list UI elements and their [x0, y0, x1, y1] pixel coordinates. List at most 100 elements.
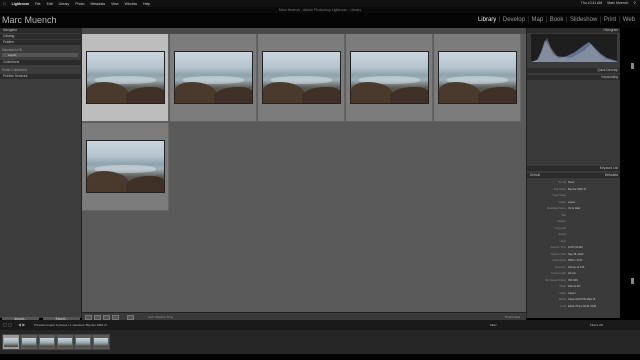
filmstrip-cell[interactable]: [74, 334, 92, 350]
metadata-value[interactable]: None: [568, 181, 574, 184]
keyword-list-header[interactable]: Keyword List: [527, 166, 621, 171]
metadata-key: Capture Time: [550, 246, 566, 249]
menu-photo[interactable]: Photo: [75, 2, 84, 6]
apple-menu[interactable]: : [3, 2, 6, 6]
photo-thumbnail[interactable]: [174, 51, 253, 104]
module-library[interactable]: Library: [476, 17, 498, 23]
filmstrip-thumbnail[interactable]: [22, 338, 36, 347]
photo-thumbnail[interactable]: [86, 51, 165, 104]
photo-thumbnail[interactable]: [350, 51, 429, 104]
menu-file[interactable]: File: [35, 2, 41, 6]
collections-header[interactable]: Collections: [0, 60, 82, 65]
filmstrip-cell[interactable]: [38, 334, 56, 350]
bottom-edge: [0, 354, 640, 360]
metadata-value[interactable]: Big Sur 0381.tif: [568, 188, 586, 191]
compare-view-icon[interactable]: [103, 314, 110, 320]
metadata-header[interactable]: Default Metadata: [527, 173, 621, 178]
filmstrip-cell[interactable]: [20, 334, 38, 350]
navigator-header[interactable]: Navigator: [0, 28, 82, 33]
panel-toggle-icon[interactable]: [631, 278, 634, 284]
menu-app[interactable]: Lightroom: [12, 2, 29, 6]
filmstrip-thumbnail[interactable]: [94, 338, 108, 347]
filmstrip-thumbnail[interactable]: [76, 338, 90, 347]
metadata-value[interactable]: 1/8 sec at f/16: [568, 266, 584, 269]
menu-help[interactable]: Help: [143, 2, 150, 6]
grid-view-icon[interactable]: [85, 314, 92, 320]
collection-item-smart[interactable]: Smart Collections: [2, 68, 27, 72]
menu-library[interactable]: Library: [59, 2, 70, 6]
module-web[interactable]: Web: [621, 17, 637, 23]
sort-label[interactable]: Sort: Capture Time: [148, 315, 173, 319]
module-print[interactable]: Print: [602, 17, 618, 23]
grid-cell[interactable]: [346, 34, 433, 122]
metadata-preset[interactable]: Default: [530, 173, 540, 177]
right-panel: Histogram Quick Develop Keywording Keywo…: [526, 28, 621, 318]
quick-develop-header[interactable]: Quick Develop: [527, 68, 621, 73]
keywording-header[interactable]: Keywording: [527, 75, 621, 80]
filmstrip-cell[interactable]: [2, 334, 20, 350]
metadata-row: Label: [530, 240, 618, 243]
painter-icon[interactable]: [127, 314, 134, 320]
grid-cell[interactable]: [258, 34, 345, 122]
metadata-value[interactable]: Canon EOS 5D Mark III: [568, 298, 595, 301]
grid-cell[interactable]: [82, 34, 169, 122]
panel-toggle-icon[interactable]: [631, 63, 634, 69]
metadata-row: ISO Speed Rating ISO 100: [530, 279, 618, 282]
menu-metadata[interactable]: Metadata: [90, 2, 105, 6]
user-name[interactable]: Marc Muench: [607, 1, 628, 5]
spotlight-icon[interactable]: ⚲: [633, 1, 636, 5]
module-develop[interactable]: Develop: [501, 17, 527, 23]
metadata-key: Copy Name: [552, 194, 566, 197]
publish-services-header[interactable]: Publish Services: [0, 74, 82, 79]
metadata-value[interactable]: Sep 15, 2012: [568, 253, 583, 256]
metadata-value[interactable]: EF24-70mm f/2.8L USM: [568, 305, 596, 308]
metadata-row: Focal Length 24 mm: [530, 272, 618, 275]
second-window-icon[interactable]: ▢ ▢: [3, 322, 12, 327]
filmstrip-thumbnail[interactable]: [58, 338, 72, 347]
menu-view[interactable]: View: [111, 2, 119, 6]
metadata-key: Copyright: [554, 226, 566, 230]
volume-label: Macintosh HD: [2, 48, 23, 52]
filmstrip-cell[interactable]: [56, 334, 74, 350]
metadata-key: ISO Speed Rating: [545, 278, 566, 282]
metadata-row: Title: [530, 214, 618, 217]
folder-item-export[interactable]: export: [2, 53, 78, 57]
metadata-value[interactable]: 5616 x 3744: [568, 259, 582, 262]
right-panel-edge: [620, 28, 640, 318]
metadata-value[interactable]: export: [568, 201, 575, 204]
folders-header[interactable]: Folders: [0, 40, 82, 45]
module-map[interactable]: Map: [529, 17, 545, 23]
grid-cell[interactable]: [170, 34, 257, 122]
menu-window[interactable]: Window: [125, 2, 137, 6]
photo-thumbnail[interactable]: [86, 140, 165, 193]
filmstrip-thumbnail[interactable]: [4, 338, 18, 347]
catalog-header[interactable]: Catalog: [0, 34, 82, 39]
module-slideshow[interactable]: Slideshow: [568, 17, 599, 23]
metadata-value[interactable]: Up to date: [568, 207, 580, 210]
metadata-key: Rating: [558, 233, 567, 236]
histogram-header[interactable]: Histogram: [527, 28, 621, 33]
grid-cell[interactable]: [434, 34, 521, 122]
filmstrip-source[interactable]: Previous Import 6 photos / 1 selected / …: [34, 323, 107, 327]
loupe-view-icon[interactable]: [94, 314, 101, 320]
metadata-value[interactable]: ISO 100: [568, 279, 578, 282]
grid-cell[interactable]: [82, 123, 169, 211]
metadata-value[interactable]: Did not fire: [568, 285, 581, 288]
metadata-value[interactable]: 10:07:22 AM: [568, 246, 583, 249]
metadata-row: Preset None: [530, 181, 618, 184]
survey-view-icon[interactable]: [112, 314, 119, 320]
photo-thumbnail[interactable]: [262, 51, 341, 104]
identity-plate: Marc Muench: [2, 15, 57, 25]
filmstrip-cell[interactable]: [92, 334, 110, 350]
nav-arrows-icon[interactable]: ◀ ▶: [18, 322, 25, 327]
module-book[interactable]: Book: [548, 17, 566, 23]
filmstrip-header: ▢ ▢ ◀ ▶ Previous Import 6 photos / 1 sel…: [0, 320, 640, 330]
metadata-value[interactable]: Canon: [568, 292, 576, 295]
filter-select[interactable]: Filters Off: [590, 323, 603, 327]
photo-thumbnail[interactable]: [438, 51, 517, 104]
metadata-key: Preset: [558, 181, 567, 184]
filmstrip-thumbnail[interactable]: [40, 338, 54, 347]
metadata-value[interactable]: 24 mm: [568, 272, 576, 275]
metadata-key: Folder: [558, 200, 566, 204]
menu-edit[interactable]: Edit: [47, 2, 53, 6]
